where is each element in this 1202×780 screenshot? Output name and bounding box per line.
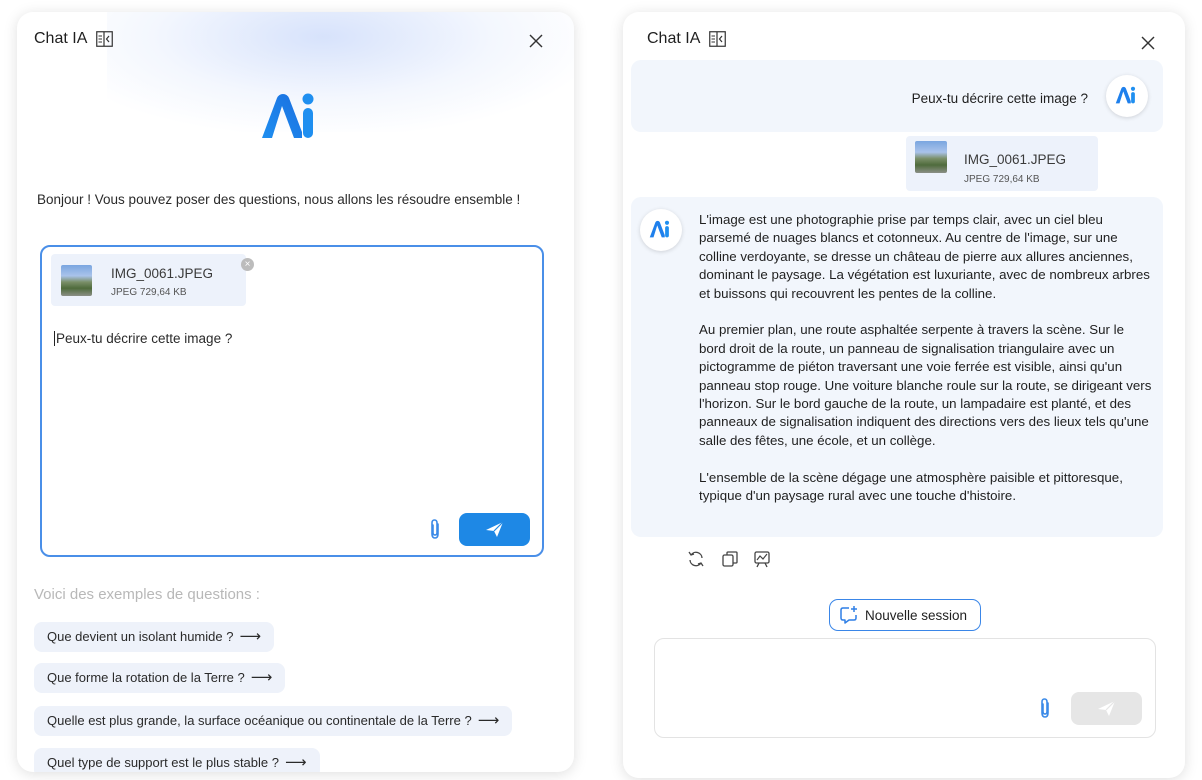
arrow-right-icon: ⟶ bbox=[284, 754, 307, 771]
attachment-name: IMG_0061.JPEG bbox=[111, 266, 214, 281]
assistant-paragraph: L'ensemble de la scène dégage une atmosp… bbox=[699, 469, 1123, 504]
example-question-text: Quel type de support est le plus stable … bbox=[47, 755, 279, 770]
attachment-size: JPEG 729,64 KB bbox=[964, 174, 1040, 185]
paperclip-icon[interactable] bbox=[1039, 697, 1051, 719]
attachment-thumbnail bbox=[61, 265, 92, 296]
panel-header: Chat IA bbox=[17, 12, 574, 68]
example-question-text: Que forme la rotation de la Terre ? bbox=[47, 670, 245, 685]
arrow-right-icon: ⟶ bbox=[239, 628, 261, 645]
panel-title: Chat IA bbox=[34, 30, 88, 47]
chat-panel-new: Chat IA Bonjour ! Vous pouvez poser des … bbox=[17, 12, 574, 772]
avatar bbox=[1106, 75, 1148, 117]
refresh-icon[interactable] bbox=[687, 550, 705, 568]
send-button[interactable] bbox=[1071, 692, 1142, 725]
user-message-text: Peux-tu décrire cette image ? bbox=[911, 91, 1088, 106]
attachment-thumbnail bbox=[915, 141, 947, 173]
sidebar-collapse-icon[interactable] bbox=[96, 31, 113, 47]
assistant-message: L'image est une photographie prise par t… bbox=[631, 197, 1163, 537]
arrow-right-icon: ⟶ bbox=[477, 712, 500, 729]
send-icon bbox=[1098, 700, 1116, 716]
chat-input-box[interactable]: IMG_0061.JPEG JPEG 729,64 KB × Peux-tu d… bbox=[40, 245, 544, 557]
send-icon bbox=[486, 521, 504, 537]
close-icon[interactable] bbox=[527, 32, 545, 50]
paperclip-icon[interactable] bbox=[429, 518, 441, 540]
avatar bbox=[640, 209, 682, 251]
new-chat-icon bbox=[840, 606, 857, 624]
copy-icon[interactable] bbox=[721, 550, 739, 568]
ai-logo-icon bbox=[1115, 86, 1136, 104]
remove-attachment-icon[interactable]: × bbox=[241, 258, 254, 271]
example-question[interactable]: Quelle est plus grande, la surface océan… bbox=[34, 706, 513, 736]
prompt-textarea[interactable]: Peux-tu décrire cette image ? bbox=[54, 331, 232, 346]
examples-title: Voici des exemples de questions : bbox=[34, 586, 260, 603]
sidebar-collapse-icon[interactable] bbox=[709, 31, 726, 47]
example-question-text: Que devient un isolant humide ? bbox=[47, 629, 234, 644]
attachment-size: JPEG 729,64 KB bbox=[111, 287, 187, 298]
attachment-chip[interactable]: IMG_0061.JPEG JPEG 729,64 KB × bbox=[51, 254, 254, 306]
assistant-paragraph: Au premier plan, une route asphaltée ser… bbox=[699, 322, 1152, 448]
arrow-right-icon: ⟶ bbox=[250, 669, 273, 686]
attachment-name: IMG_0061.JPEG bbox=[964, 152, 1067, 167]
chat-input-box[interactable] bbox=[654, 638, 1156, 738]
example-question-text: Quelle est plus grande, la surface océan… bbox=[47, 713, 472, 728]
ai-logo-icon bbox=[649, 220, 670, 238]
chart-icon[interactable] bbox=[753, 550, 771, 568]
user-message: Peux-tu décrire cette image ? bbox=[631, 60, 1163, 132]
example-question[interactable]: Que devient un isolant humide ? ⟶ bbox=[34, 622, 274, 652]
example-question[interactable]: Quel type de support est le plus stable … bbox=[34, 748, 320, 772]
chat-textarea[interactable] bbox=[667, 651, 1047, 671]
attachment-chip[interactable]: IMG_0061.JPEG JPEG 729,64 KB bbox=[906, 136, 1098, 191]
close-icon[interactable] bbox=[1139, 34, 1157, 52]
send-button[interactable] bbox=[459, 513, 530, 546]
new-session-button[interactable]: Nouvelle session bbox=[829, 599, 981, 631]
ai-logo-icon bbox=[262, 93, 314, 138]
assistant-paragraph: L'image est une photographie prise par t… bbox=[699, 212, 1150, 301]
assistant-message-text: L'image est une photographie prise par t… bbox=[699, 211, 1154, 524]
chat-panel-conversation: Chat IA Peux-tu décrire cette image ? IM… bbox=[623, 12, 1185, 778]
new-session-label: Nouvelle session bbox=[865, 608, 968, 623]
greeting-text: Bonjour ! Vous pouvez poser des question… bbox=[37, 192, 521, 207]
example-question[interactable]: Que forme la rotation de la Terre ? ⟶ bbox=[34, 663, 286, 693]
panel-title: Chat IA bbox=[647, 30, 701, 47]
